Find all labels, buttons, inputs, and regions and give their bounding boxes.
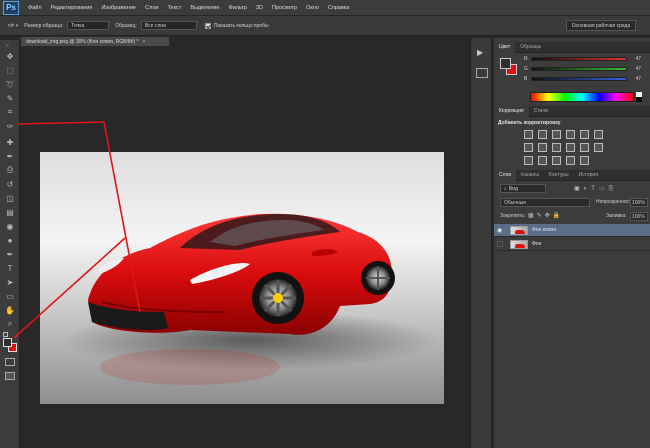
lock-icons[interactable]: ▦✎✥🔒 <box>528 212 563 219</box>
color-spectrum-ramp[interactable] <box>530 92 634 102</box>
layer-thumbnail <box>510 239 528 249</box>
tab-color[interactable]: Цвет <box>494 41 516 53</box>
tab-adjustments[interactable]: Коррекция <box>494 105 529 117</box>
layer-row-background-copy[interactable]: ◉ Фон копия <box>494 224 650 237</box>
triangle-adjust-icon[interactable] <box>594 130 603 139</box>
channel-value[interactable]: 47 <box>629 76 641 82</box>
levels-icon[interactable] <box>538 130 547 139</box>
tab-history[interactable]: История <box>574 170 603 181</box>
fill-value[interactable]: 100% <box>630 212 648 221</box>
tab-styles[interactable]: Стили <box>529 106 553 117</box>
channel-label: B <box>524 76 528 82</box>
blend-mode-select[interactable]: Обычные <box>500 198 590 207</box>
panel-dock-strip: ▶ <box>470 38 492 448</box>
right-panels: Цвет Образцы R 47 G 47 B 47 Коррекция Стили Д… <box>494 38 650 448</box>
tab-paths[interactable]: Контуры <box>544 170 574 181</box>
layer-visibility-eye-icon[interactable]: ◉ <box>497 227 502 234</box>
channel-slider-track[interactable] <box>531 67 627 71</box>
tab-swatches[interactable]: Образцы <box>515 42 546 53</box>
color-panel-tabs: Цвет Образцы <box>494 41 650 53</box>
vibrance-icon[interactable] <box>580 130 589 139</box>
channel-slider-track[interactable] <box>531 57 627 61</box>
channel-value[interactable]: 47 <box>629 66 641 72</box>
layer-name[interactable]: Фон копия <box>532 227 556 233</box>
tab-channels[interactable]: Каналы <box>516 170 544 181</box>
layer-name[interactable]: Фон <box>532 241 541 247</box>
layers-panel-tabs: Слои Каналы Контуры История <box>494 169 650 181</box>
layer-filter-icons[interactable]: ▣◐T▭⎘ <box>574 185 617 193</box>
layer-visibility-toggle[interactable] <box>497 241 503 247</box>
channel-value[interactable]: 47 <box>629 56 641 62</box>
brightness-contrast-icon[interactable] <box>524 130 533 139</box>
hue-saturation-icon[interactable] <box>524 143 533 152</box>
opacity-value[interactable]: 100% <box>630 198 648 207</box>
exposure-icon[interactable] <box>566 130 575 139</box>
lock-label: Закрепить: <box>500 213 526 219</box>
search-icon: ⌕ <box>504 185 507 192</box>
selective-color-icon[interactable] <box>580 156 589 165</box>
color-slider-r[interactable]: R 47 <box>524 55 642 63</box>
color-lookup-icon[interactable] <box>594 143 603 152</box>
color-slider-b[interactable]: B 47 <box>524 75 642 83</box>
adjustments-title: Добавить корректировку <box>498 120 561 126</box>
threshold-icon[interactable] <box>552 156 561 165</box>
color-slider-g[interactable]: G 47 <box>524 65 642 73</box>
adjustments-panel-tabs: Коррекция Стили <box>494 105 650 117</box>
channel-label: G <box>524 66 528 72</box>
layer-kind-filter[interactable]: ⌕ Вид <box>500 184 546 193</box>
curves-icon[interactable] <box>552 130 561 139</box>
photo-filter-icon[interactable] <box>566 143 575 152</box>
black-white-swatch[interactable] <box>636 92 642 102</box>
tab-layers[interactable]: Слои <box>494 169 517 181</box>
posterize-icon[interactable] <box>538 156 547 165</box>
black-white-icon[interactable] <box>552 143 561 152</box>
color-balance-icon[interactable] <box>538 143 547 152</box>
layer-row-background[interactable]: Фон <box>494 238 650 251</box>
fill-label: Заливка: <box>606 213 627 219</box>
channel-label: R <box>524 56 528 62</box>
gradient-map-icon[interactable] <box>566 156 575 165</box>
history-icon[interactable] <box>476 68 488 78</box>
play-icon[interactable]: ▶ <box>477 48 483 57</box>
invert-icon[interactable] <box>524 156 533 165</box>
foreground-color-swatch[interactable] <box>3 338 12 347</box>
kind-filter-value: Вид <box>508 185 518 192</box>
layer-thumbnail <box>510 225 528 235</box>
channel-mixer-icon[interactable] <box>580 143 589 152</box>
channel-slider-track[interactable] <box>531 77 627 81</box>
foreground-color-chip[interactable] <box>500 58 511 69</box>
